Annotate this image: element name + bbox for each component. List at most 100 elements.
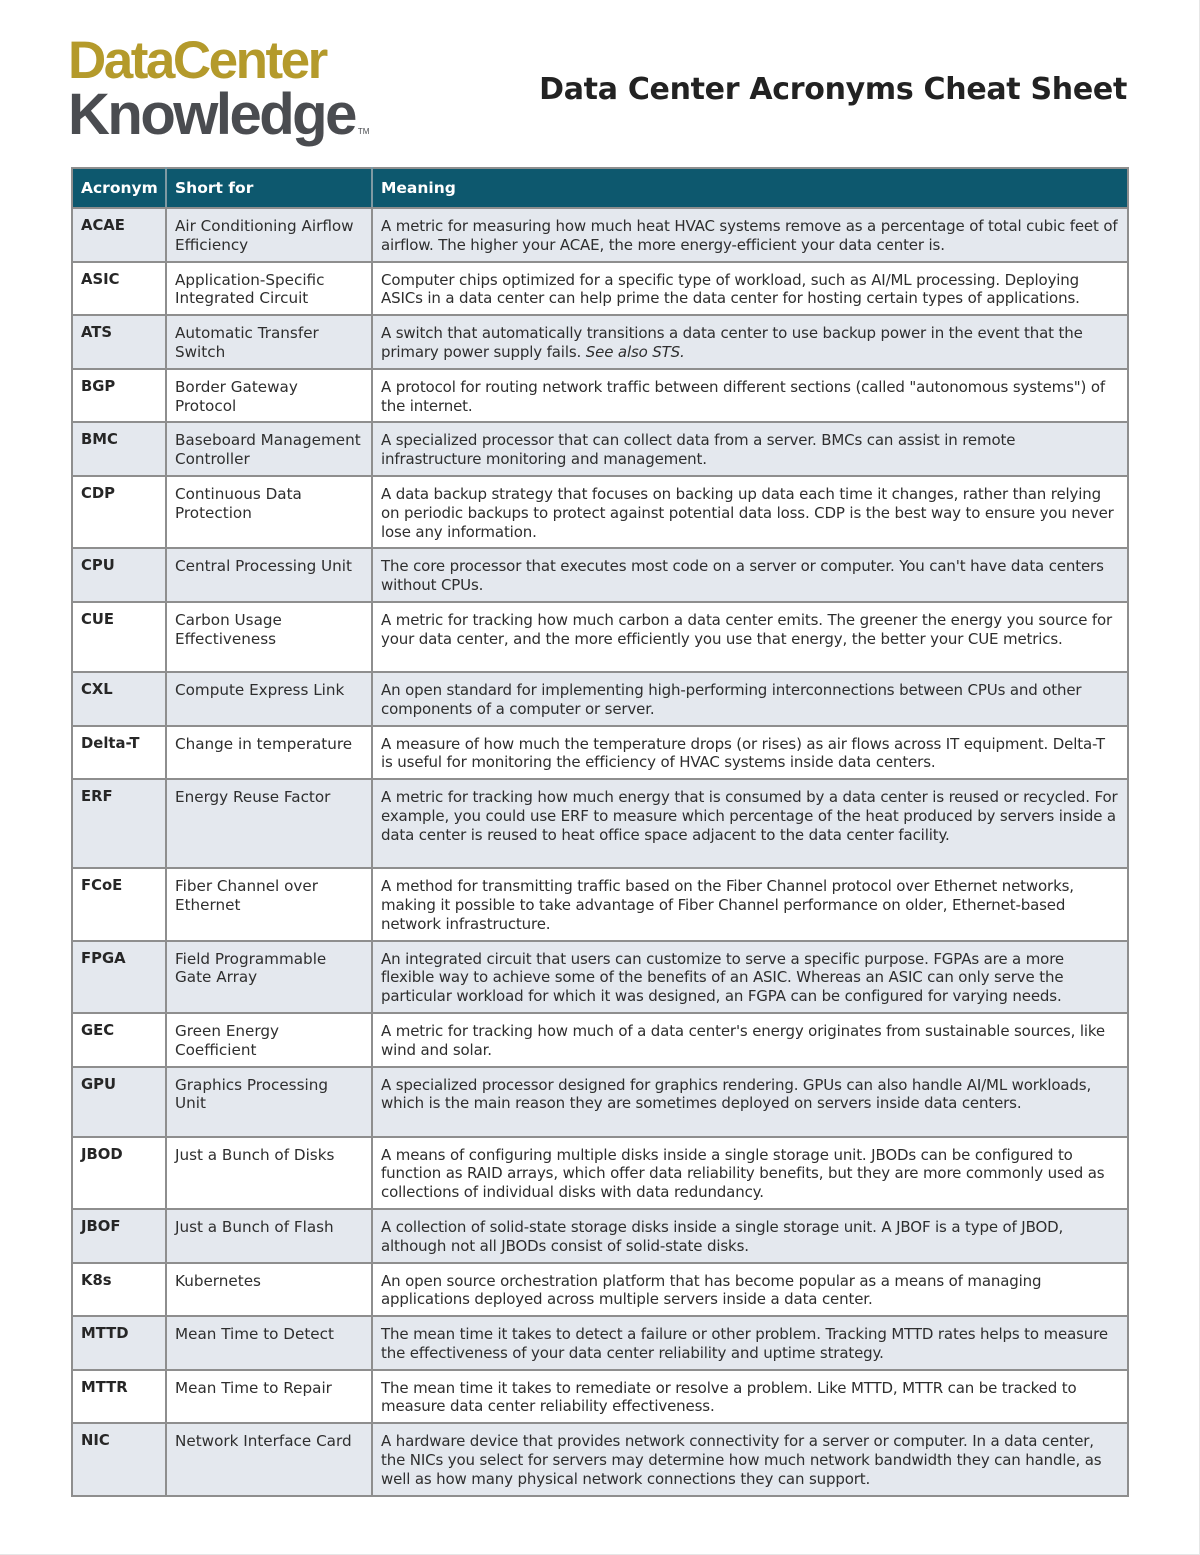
short-for-cell: Air Conditioning Airflow Efficiency <box>166 208 373 263</box>
meaning-cell: A metric for tracking how much carbon a … <box>372 601 1128 673</box>
table-row: ATS Automatic Transfer Switch A switch tha… <box>72 315 1128 370</box>
datacenter-knowledge-logo: DataCenter Knowledge TM <box>68 34 369 144</box>
short-for-cell: Mean Time to Repair <box>166 1369 373 1425</box>
meaning-cell: The core processor that executes most co… <box>372 548 1128 603</box>
logo-line-datacenter: DataCenter <box>68 31 328 90</box>
short-for-cell: Automatic Transfer Switch <box>166 315 373 370</box>
table-row: JBOF Just a Bunch of Flash A collection of… <box>72 1208 1128 1264</box>
short-for-cell: Carbon Usage Effectiveness <box>166 601 373 673</box>
short-for-cell: Continuous Data Protection <box>166 475 373 550</box>
page-title: Data Center Acronyms Cheat Sheet <box>539 72 1127 107</box>
acronym-cell: JBOF <box>72 1208 167 1264</box>
table-row: Delta-T Change in temperature A measure of… <box>72 725 1128 781</box>
meaning-cell: Computer chips optimized for a specific … <box>372 261 1128 317</box>
meaning-cell: An integrated circuit that users can cus… <box>372 940 1128 1014</box>
short-for-cell: Application-Specific Integrated Circuit <box>166 261 373 317</box>
acronym-cell: FPGA <box>72 940 167 1014</box>
column-header-acronym: Acronym <box>72 168 167 209</box>
table-row: FCoE Fiber Channel over Ethernet A method … <box>72 868 1128 942</box>
acronyms-table: Acronym Short for Meaning ACAE Air Condit… <box>71 167 1129 1497</box>
short-for-cell: Mean Time to Detect <box>166 1316 373 1371</box>
short-for-cell: Baseboard Management Controller <box>166 422 373 477</box>
meaning-cell: A switch that automatically transitions … <box>372 315 1128 370</box>
logo-line-knowledge: Knowledge TM <box>68 86 369 144</box>
acronym-cell: NIC <box>72 1423 167 1497</box>
short-for-cell: Energy Reuse Factor <box>166 779 373 870</box>
meaning-cell: An open source orchestration platform th… <box>372 1262 1128 1318</box>
table-row: CXL Compute Express Link An open standard … <box>72 671 1128 727</box>
table-row: BMC Baseboard Management Controller A spec… <box>72 422 1128 477</box>
short-for-cell: Central Processing Unit <box>166 548 373 603</box>
table-header-row: Acronym Short for Meaning <box>72 168 1128 209</box>
meaning-cell: A specialized processor that can collect… <box>372 422 1128 477</box>
acronym-cell: BMC <box>72 422 167 477</box>
table-row: MTTD Mean Time to Detect The mean time it … <box>72 1316 1128 1371</box>
short-for-cell: Border Gateway Protocol <box>166 368 373 424</box>
acronyms-table-container: Acronym Short for Meaning ACAE Air Condit… <box>71 167 1129 1497</box>
acronym-cell: BGP <box>72 368 167 424</box>
table-row: K8s Kubernetes An open source orchestratio… <box>72 1262 1128 1318</box>
table-row: BGP Border Gateway Protocol A protocol for… <box>72 368 1128 424</box>
table-row: NIC Network Interface Card A hardware devi… <box>72 1423 1128 1497</box>
short-for-cell: Change in temperature <box>166 725 373 781</box>
acronym-cell: JBOD <box>72 1136 167 1210</box>
meaning-cell: A protocol for routing network traffic b… <box>372 368 1128 424</box>
table-row: CUE Carbon Usage Effectiveness A metric fo… <box>72 601 1128 673</box>
table-row: ERF Energy Reuse Factor A metric for track… <box>72 779 1128 870</box>
trademark-symbol: TM <box>357 127 370 136</box>
acronym-cell: GEC <box>72 1012 167 1068</box>
table-row: GPU Graphics Processing Unit A specialized… <box>72 1066 1128 1138</box>
acronym-cell: CXL <box>72 671 167 727</box>
meaning-cell: The mean time it takes to detect a failu… <box>372 1316 1128 1371</box>
meaning-cell: An open standard for implementing high-p… <box>372 671 1128 727</box>
meaning-cell: A metric for tracking how much of a data… <box>372 1012 1128 1068</box>
acronym-cell: CDP <box>72 475 167 550</box>
table-row: MTTR Mean Time to Repair The mean time it … <box>72 1369 1128 1425</box>
acronym-cell: Delta-T <box>72 725 167 781</box>
meaning-cell: A metric for measuring how much heat HVA… <box>372 208 1128 263</box>
acronym-cell: CUE <box>72 601 167 673</box>
short-for-cell: Fiber Channel over Ethernet <box>166 868 373 942</box>
meaning-cell: The mean time it takes to remediate or r… <box>372 1369 1128 1425</box>
meaning-text: A switch that automatically transitions … <box>381 324 1083 361</box>
meaning-cell: A method for transmitting traffic based … <box>372 868 1128 942</box>
acronym-cell: K8s <box>72 1262 167 1318</box>
short-for-cell: Field Programmable Gate Array <box>166 940 373 1014</box>
table-row: ASIC Application-Specific Integrated Circ… <box>72 261 1128 317</box>
table-header: Acronym Short for Meaning <box>72 168 1128 209</box>
column-header-short-for: Short for <box>166 168 373 209</box>
meaning-cell: A collection of solid-state storage disk… <box>372 1208 1128 1264</box>
table-row: FPGA Field Programmable Gate Array An inte… <box>72 940 1128 1014</box>
meaning-cell: A specialized processor designed for gra… <box>372 1066 1128 1138</box>
table-row: ACAE Air Conditioning Airflow Efficiency A… <box>72 208 1128 263</box>
meaning-cell: A hardware device that provides network … <box>372 1423 1128 1497</box>
table-row: CPU Central Processing Unit The core proce… <box>72 548 1128 603</box>
meaning-cell: A metric for tracking how much energy th… <box>372 779 1128 870</box>
table-row: CDP Continuous Data Protection A data back… <box>72 475 1128 550</box>
table-row: JBOD Just a Bunch of Disks A means of conf… <box>72 1136 1128 1210</box>
short-for-cell: Graphics Processing Unit <box>166 1066 373 1138</box>
short-for-cell: Just a Bunch of Flash <box>166 1208 373 1264</box>
meaning-cell: A measure of how much the temperature dr… <box>372 725 1128 781</box>
table-row: GEC Green Energy Coefficient A metric for … <box>72 1012 1128 1068</box>
logo-knowledge-text: Knowledge <box>68 82 357 147</box>
short-for-cell: Compute Express Link <box>166 671 373 727</box>
meaning-cell: A data backup strategy that focuses on b… <box>372 475 1128 550</box>
short-for-cell: Just a Bunch of Disks <box>166 1136 373 1210</box>
acronym-cell: MTTD <box>72 1316 167 1371</box>
acronym-cell: GPU <box>72 1066 167 1138</box>
column-header-meaning: Meaning <box>372 168 1128 209</box>
table-body: ACAE Air Conditioning Airflow Efficiency A… <box>72 208 1128 1497</box>
acronym-cell: ERF <box>72 779 167 870</box>
acronym-cell: CPU <box>72 548 167 603</box>
short-for-cell: Network Interface Card <box>166 1423 373 1497</box>
short-for-cell: Kubernetes <box>166 1262 373 1318</box>
acronym-cell: ATS <box>72 315 167 370</box>
see-also-note: See also STS. <box>585 342 685 361</box>
meaning-cell: A means of configuring multiple disks in… <box>372 1136 1128 1210</box>
acronym-cell: ACAE <box>72 208 167 263</box>
acronym-cell: FCoE <box>72 868 167 942</box>
acronym-cell: ASIC <box>72 261 167 317</box>
short-for-cell: Green Energy Coefficient <box>166 1012 373 1068</box>
acronym-cell: MTTR <box>72 1369 167 1425</box>
